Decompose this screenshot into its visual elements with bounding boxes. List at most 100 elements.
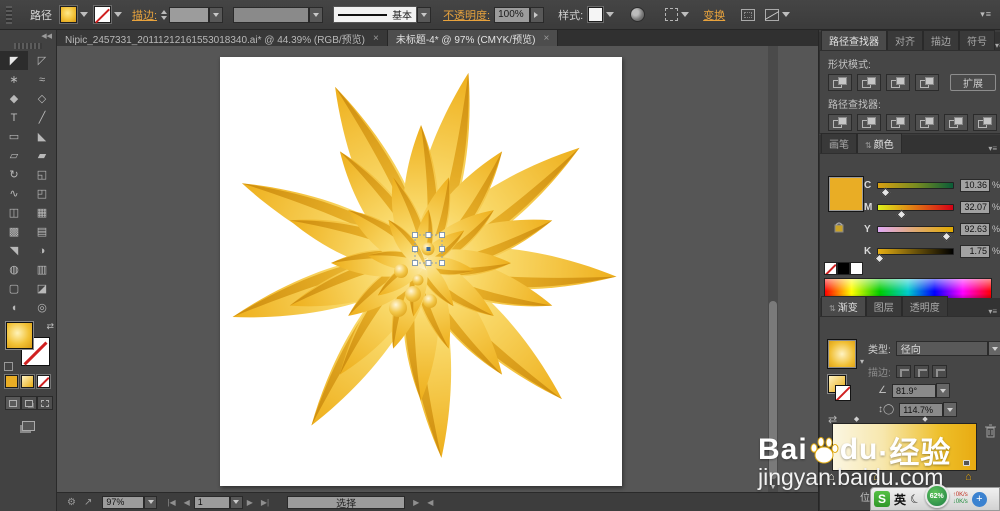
swap-fill-stroke-icon[interactable]: ⇄ (46, 321, 54, 332)
eraser-tool[interactable]: ▰ (28, 146, 56, 165)
gradient-stop-locked[interactable]: ⌂ (963, 460, 972, 483)
channel-slider[interactable] (877, 203, 954, 219)
zoom-dropdown[interactable] (144, 495, 158, 509)
document-tab-1-close-icon[interactable]: × (373, 33, 379, 44)
gradient-type-select[interactable]: 径向 (895, 341, 988, 356)
color-panel-menu-icon[interactable]: ▾≡ (988, 144, 997, 153)
stroke-weight-stepper[interactable] (161, 9, 168, 20)
expand-button[interactable]: 扩展 (950, 74, 996, 91)
selection-handle[interactable] (412, 246, 418, 252)
stroke-within-icon[interactable] (895, 365, 911, 378)
perspective-grid-tool[interactable]: ▦ (28, 203, 56, 222)
battery-indicator[interactable]: 62% (924, 484, 949, 508)
draw-normal-button[interactable] (5, 396, 21, 410)
gradient-none-swatch[interactable] (835, 385, 851, 401)
pencil-tool[interactable]: ▱ (0, 146, 28, 165)
brush-dropdown-arrow[interactable] (309, 6, 324, 23)
eyedropper-tool[interactable]: ◥ (0, 241, 28, 260)
tab-transparency[interactable]: 透明度 (901, 296, 948, 316)
selection-handle[interactable] (412, 232, 418, 238)
selection-handle[interactable] (425, 232, 432, 238)
paint-bucket-icon[interactable] (832, 220, 846, 234)
channel-value-field[interactable]: 32.07 (959, 200, 990, 214)
stroke-color-swatch[interactable] (94, 6, 111, 23)
tools-grip[interactable] (14, 43, 42, 49)
vertical-scrollbar-thumb[interactable] (769, 301, 777, 479)
hscroll-left-icon[interactable]: ◀ (427, 498, 433, 507)
selection-handle[interactable] (439, 232, 445, 238)
draw-inside-button[interactable] (37, 396, 53, 410)
artboard-tool[interactable]: ▢ (0, 279, 28, 298)
prev-artboard-icon[interactable]: ◀ (184, 498, 190, 507)
merge-button[interactable] (886, 114, 910, 131)
gradient-thumbnail-dropdown-icon[interactable]: ▾ (860, 357, 864, 366)
tab-align[interactable]: 对齐 (887, 30, 923, 50)
vertical-scrollbar[interactable]: ▼ (768, 46, 778, 492)
recolor-artwork-icon[interactable] (630, 7, 646, 22)
tab-layers[interactable]: 图层 (865, 296, 902, 316)
selection-handle[interactable] (412, 260, 418, 266)
gradient-slider-bar[interactable] (832, 423, 977, 471)
ime-language-indicator[interactable]: 英 (894, 491, 906, 508)
document-tab-2[interactable]: 未标题-4* @ 97% (CMYK/预览) × (387, 30, 559, 46)
exclude-button[interactable] (915, 74, 939, 91)
channel-value-field[interactable]: 10.36 (959, 178, 990, 192)
selection-marquee[interactable] (412, 232, 445, 266)
lasso-tool[interactable]: ≈ (28, 70, 56, 89)
channel-slider[interactable] (877, 225, 954, 241)
zoom-level-field[interactable]: 97% (102, 495, 145, 509)
black-quick-swatch[interactable] (837, 262, 850, 275)
divide-button[interactable] (828, 114, 852, 131)
select-similar-dropdown[interactable] (681, 12, 690, 17)
next-artboard-icon[interactable]: ▶ (247, 498, 253, 507)
selection-handle[interactable] (425, 260, 432, 266)
minus-back-button[interactable] (973, 114, 997, 131)
tab-gradient[interactable]: ⇅ 渐变 (821, 296, 866, 316)
gradient-angle-dropdown-icon[interactable] (935, 383, 950, 398)
control-bar-grip[interactable] (6, 5, 12, 24)
default-fill-stroke-icon[interactable] (4, 362, 13, 371)
crop-button[interactable] (915, 114, 939, 131)
moon-mode-icon[interactable]: ☾ (908, 491, 923, 508)
direct-selection-tool[interactable]: ◸ (28, 51, 56, 70)
intersect-button[interactable] (886, 74, 910, 91)
none-button[interactable] (37, 375, 50, 388)
sogou-logo-icon[interactable]: S (874, 491, 890, 507)
stroke-weight-link[interactable]: 描边: (132, 7, 157, 23)
gradient-midpoint-icon[interactable]: ◆ (854, 415, 859, 423)
screen-mode-button[interactable] (18, 418, 38, 433)
channel-value-field[interactable]: 1.75 (959, 244, 990, 258)
blend-tool[interactable]: ◑ (28, 241, 56, 260)
tab-symbols[interactable]: 符号 (959, 30, 995, 50)
line-segment-tool[interactable]: ╱ (28, 108, 56, 127)
distribute-icon[interactable] (765, 8, 780, 21)
selection-handle[interactable] (439, 260, 445, 266)
white-quick-swatch[interactable] (850, 262, 863, 275)
tab-brushes[interactable]: 画笔 (821, 133, 857, 153)
style-swatch[interactable] (588, 7, 604, 22)
mesh-tool[interactable]: ▩ (0, 222, 28, 241)
tab-stroke[interactable]: 描边 (923, 30, 959, 50)
gradient-stop[interactable]: ⌂ (873, 472, 880, 483)
gradient-angle-field[interactable]: 81.9° (891, 383, 936, 398)
align-dropdown-icon[interactable] (782, 12, 791, 17)
unite-button[interactable] (828, 74, 852, 91)
stroke-style-arrow[interactable] (417, 6, 432, 23)
draw-behind-button[interactable] (21, 396, 37, 410)
first-artboard-icon[interactable]: |◀ (167, 498, 175, 507)
zoom-tool[interactable]: ◎ (28, 298, 56, 317)
channel-value-field[interactable]: 92.63 (959, 222, 990, 236)
gradient-thumbnail[interactable] (827, 339, 857, 369)
selection-tool[interactable]: ◤ (0, 51, 28, 70)
status-export-icon[interactable]: ↗ (84, 497, 92, 508)
document-tab-1[interactable]: Nipic_2457331_20111212161553018340.ai* @… (57, 30, 388, 46)
pathfinder-panel-menu-icon[interactable]: ▾≡ (995, 41, 1000, 50)
artboard-dropdown[interactable] (229, 495, 243, 509)
gradient-type-dropdown-icon[interactable] (987, 341, 1000, 356)
selection-handle[interactable] (439, 246, 445, 252)
delete-stop-icon[interactable] (984, 424, 997, 438)
style-dropdown-icon[interactable] (606, 12, 615, 17)
fill-indicator[interactable] (6, 322, 33, 349)
rotate-tool[interactable]: ↻ (0, 165, 28, 184)
document-tab-2-close-icon[interactable]: × (543, 33, 549, 44)
